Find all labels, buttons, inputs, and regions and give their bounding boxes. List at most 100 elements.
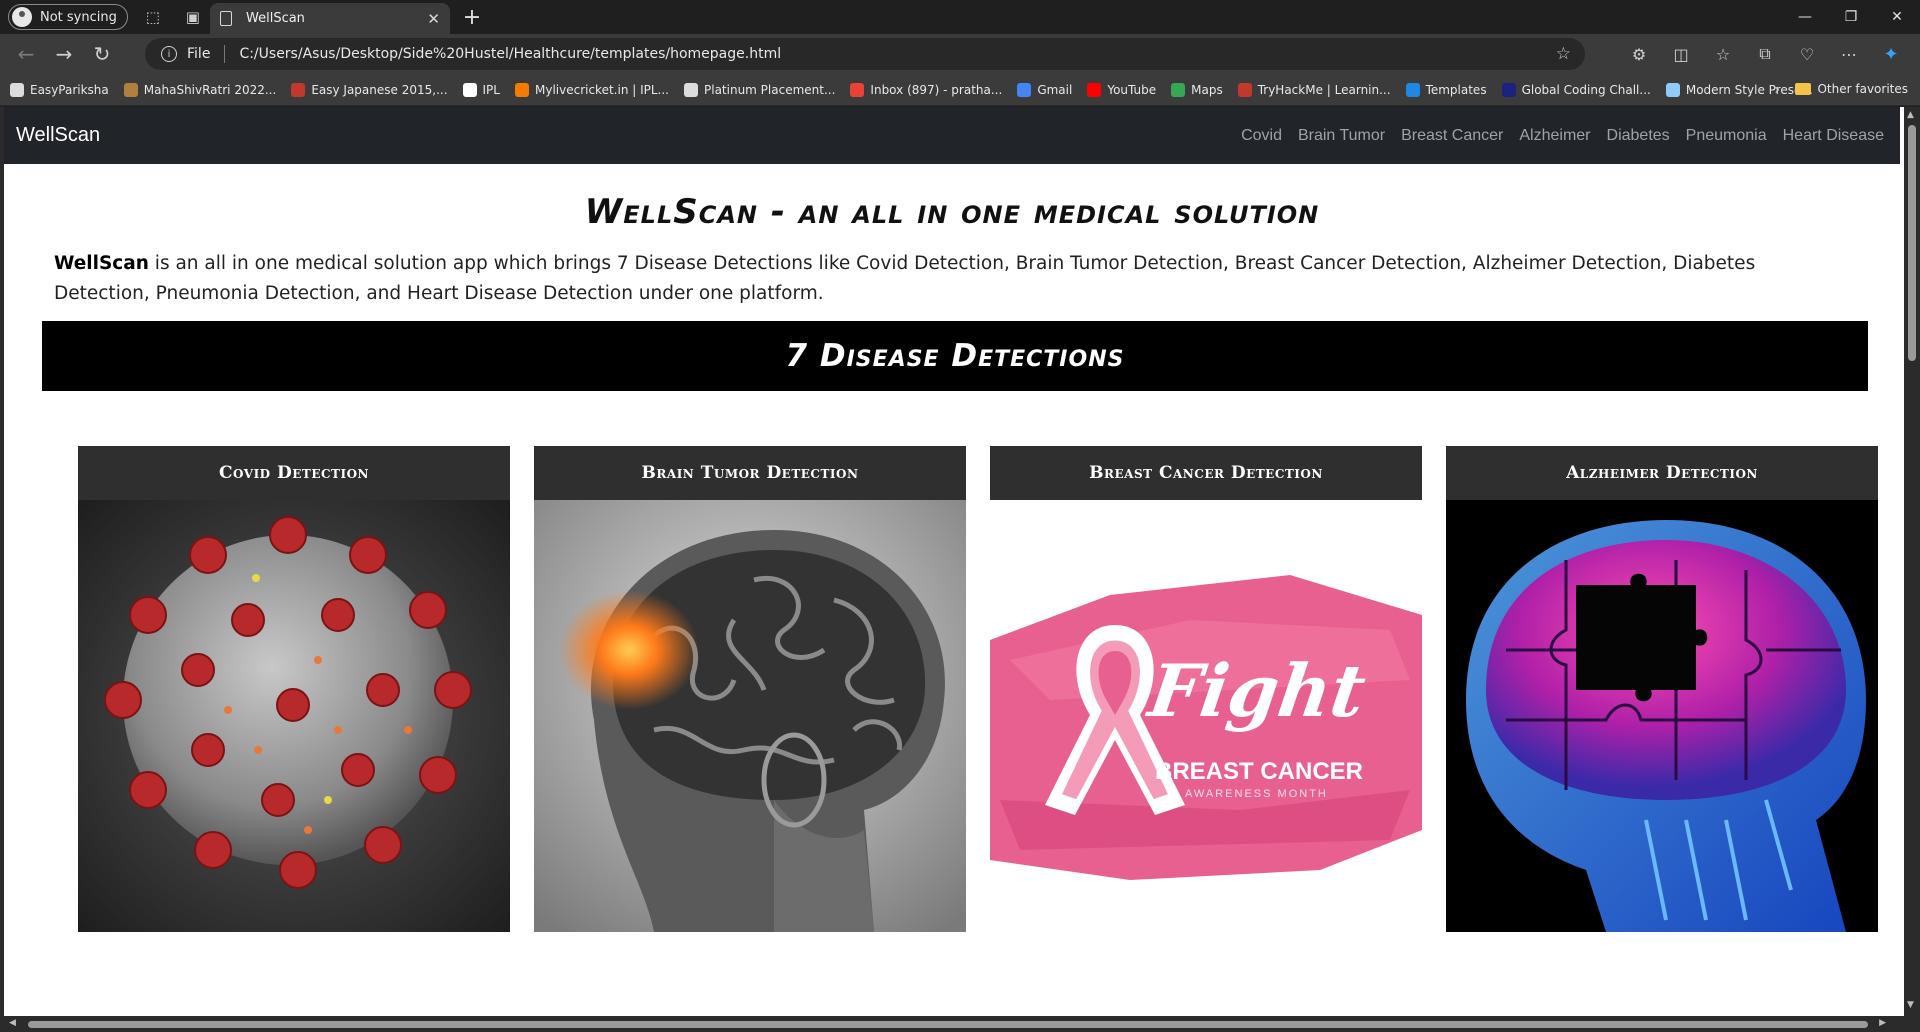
page-icon (684, 82, 698, 97)
browser-window: Not syncing ⬚ ▣ WellScan ✕ + — ❐ ✕ ← → ↻… (0, 0, 1920, 1032)
puzzle-brain-illustration (1466, 520, 1866, 932)
horizontal-scrollbar[interactable]: ◀ ▶ (4, 1016, 1908, 1032)
favorite-star-icon[interactable]: ☆ (1556, 44, 1571, 64)
card-alzheimer-detection[interactable]: Alzheimer Detection (1446, 446, 1878, 932)
tab-title: WellScan (246, 11, 305, 26)
intro-paragraph: WellScan is an all in one medical soluti… (54, 249, 1814, 309)
bookmark-item[interactable]: TryHackMe | Learnin... (1237, 82, 1391, 97)
bookmarks-bar: EasyPariksha MahaShivRatri 2022... Easy Ja… (0, 74, 1920, 106)
card-breast-cancer-detection[interactable]: Breast Cancer Detection Fight BREAST CAN… (990, 446, 1422, 932)
nav-link-heart-disease[interactable]: Heart Disease (1783, 127, 1884, 145)
bookmark-item[interactable]: EasyPariksha (10, 82, 109, 97)
tab-actions-icon[interactable]: ▣ (178, 2, 208, 32)
nav-link-covid[interactable]: Covid (1241, 127, 1282, 145)
fight-text: Fight (1144, 648, 1371, 733)
bookmark-item[interactable]: Maps (1171, 82, 1223, 97)
bookmark-item[interactable]: Gmail (1017, 82, 1073, 97)
bookmark-item[interactable]: IPL (462, 82, 500, 97)
awareness-month-text: AWARENESS MONTH (1185, 788, 1328, 800)
url-text[interactable]: C:/Users/Asus/Desktop/Side%20Hustel/Heal… (239, 46, 781, 62)
workspaces-icon[interactable]: ⬚ (138, 2, 168, 32)
section-title: 7 Disease Detections (785, 338, 1125, 374)
bookmark-item[interactable]: Mylivecricket.in | IPL... (514, 82, 669, 97)
bookmark-label: Mylivecricket.in | IPL... (534, 82, 669, 97)
bookmark-item[interactable]: YouTube (1087, 82, 1156, 97)
brain-xray-illustration (534, 500, 966, 932)
nav-link-diabetes[interactable]: Diabetes (1607, 127, 1670, 145)
figure-icon (123, 82, 138, 97)
breast-cancer-image: Fight BREAST CANCER AWARENESS MONTH (990, 500, 1422, 932)
intro-brand: WellScan (54, 253, 149, 274)
brand-logo[interactable]: WellScan (16, 124, 100, 147)
google-icon (1017, 82, 1032, 97)
bookmark-item[interactable]: Global Coding Chall... (1501, 82, 1651, 97)
split-screen-icon[interactable]: ◫ (1660, 38, 1702, 70)
back-icon[interactable]: ← (8, 38, 44, 70)
other-favorites[interactable]: Other favorites (1795, 82, 1908, 96)
bookmark-label: Global Coding Chall... (1521, 82, 1651, 97)
bookmark-label: IPL (482, 82, 500, 97)
close-window-icon[interactable]: ✕ (1874, 0, 1920, 34)
copilot-icon[interactable]: ✦ (1870, 38, 1912, 70)
extensions-icon[interactable]: ⚙ (1618, 38, 1660, 70)
card-brain-tumor-detection[interactable]: Brain Tumor Detection (534, 446, 966, 932)
bookmark-item[interactable]: Templates (1405, 82, 1487, 97)
browser-tools: ⚙ ◫ ☆ ⧉ ♡ ⋯ ✦ (1618, 38, 1912, 70)
bookmark-label: EasyPariksha (30, 82, 109, 97)
nav-link-breast-cancer[interactable]: Breast Cancer (1401, 127, 1503, 145)
tryhackme-icon (1237, 82, 1252, 97)
site-navbar: WellScan Covid Brain Tumor Breast Cancer… (4, 107, 1900, 164)
horizontal-scroll-thumb[interactable] (28, 1021, 1868, 1028)
bookmark-item[interactable]: Easy Japanese 2015,... (291, 82, 448, 97)
minimize-icon[interactable]: — (1782, 0, 1828, 34)
more-menu-icon[interactable]: ⋯ (1828, 38, 1870, 70)
vertical-scrollbar[interactable]: ▲ ▼ (1904, 107, 1920, 1032)
scroll-right-icon[interactable]: ▶ (1879, 1018, 1886, 1028)
breast-cancer-text: BREAST CANCER (1155, 758, 1364, 785)
new-tab-button[interactable]: + (458, 3, 486, 31)
card-title: Alzheimer Detection (1446, 446, 1878, 500)
nav-link-brain-tumor[interactable]: Brain Tumor (1298, 127, 1385, 145)
card-title: Covid Detection (78, 446, 510, 500)
restore-icon[interactable]: ❐ (1828, 0, 1874, 34)
covid-virus-image (78, 500, 510, 932)
scroll-left-icon[interactable]: ◀ (9, 1018, 16, 1028)
bookmark-label: TryHackMe | Learnin... (1257, 82, 1391, 97)
bookmark-label: Easy Japanese 2015,... (311, 82, 448, 97)
maps-icon (1171, 82, 1186, 97)
bookmark-item[interactable]: Platinum Placement... (684, 82, 836, 97)
forward-icon[interactable]: → (46, 38, 82, 70)
collections-icon[interactable]: ⧉ (1744, 38, 1786, 70)
profile-button[interactable]: Not syncing (8, 4, 128, 30)
bookmark-label: Platinum Placement... (704, 82, 836, 97)
bookmark-item[interactable]: MahaShivRatri 2022... (123, 82, 276, 97)
browser-essentials-icon[interactable]: ♡ (1786, 38, 1828, 70)
bookmark-item[interactable]: Inbox (897) - pratha... (850, 82, 1002, 97)
nav-link-pneumonia[interactable]: Pneumonia (1686, 127, 1767, 145)
templates-icon (1405, 82, 1420, 97)
page-title: WellScan - an all in one medical solutio… (584, 192, 1320, 232)
close-tab-icon[interactable]: ✕ (427, 10, 440, 28)
card-covid-detection[interactable]: Covid Detection (78, 446, 510, 932)
window-controls: — ❐ ✕ (1782, 0, 1920, 34)
bookmark-label: Gmail (1037, 82, 1073, 97)
section-banner: 7 Disease Detections (42, 321, 1868, 391)
intro-text: is an all in one medical solution app wh… (54, 253, 1756, 304)
vertical-scroll-thumb[interactable] (1908, 125, 1916, 361)
nav-link-alzheimer[interactable]: Alzheimer (1519, 127, 1590, 145)
active-tab[interactable]: WellScan ✕ (210, 3, 450, 34)
info-icon[interactable]: i (161, 46, 177, 62)
favorites-icon[interactable]: ☆ (1702, 38, 1744, 70)
bookmark-label: Modern Style Prese... (1685, 82, 1813, 97)
address-bar[interactable]: i File C:/Users/Asus/Desktop/Side%20Hust… (145, 38, 1585, 70)
bookmark-item[interactable]: Modern Style Prese... (1665, 82, 1813, 97)
card-title: Breast Cancer Detection (990, 446, 1422, 500)
bookmark-label: Templates (1425, 82, 1487, 97)
chevron-right-icon[interactable]: › (1774, 82, 1780, 98)
scroll-up-icon[interactable]: ▲ (1907, 110, 1914, 120)
other-favorites-label: Other favorites (1817, 82, 1908, 96)
bookmark-label: Maps (1191, 82, 1223, 97)
scroll-down-icon[interactable]: ▼ (1907, 1000, 1914, 1010)
main-content: WellScan - an all in one medical solutio… (4, 164, 1900, 1032)
refresh-icon[interactable]: ↻ (84, 38, 120, 70)
